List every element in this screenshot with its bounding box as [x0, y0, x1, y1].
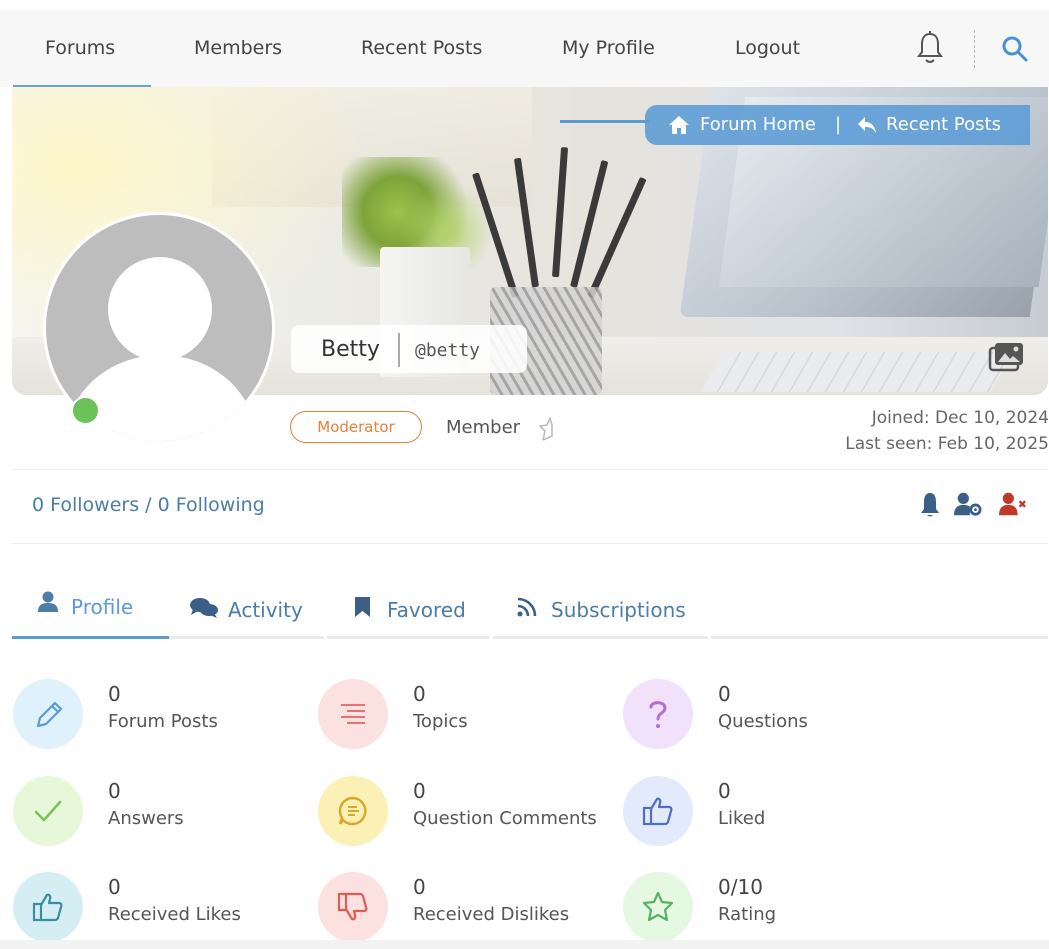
rss-icon	[517, 597, 537, 617]
stat-icon-bg	[623, 776, 693, 846]
stat-label: Liked	[718, 808, 766, 829]
member-dates: Joined: Dec 10, 2024 Last seen: Feb 10, …	[845, 405, 1049, 457]
stat-label: Forum Posts	[108, 711, 218, 732]
stat-questions: 0 Questions	[623, 679, 903, 749]
nav-recent-posts[interactable]: Recent Posts	[361, 10, 482, 87]
breadcrumb-forum-home[interactable]: Forum Home	[700, 105, 816, 145]
search-icon[interactable]	[1001, 35, 1029, 63]
stat-liked: 0 Liked	[623, 776, 903, 846]
bookmark-icon	[355, 597, 370, 617]
divider	[12, 469, 1048, 470]
stat-label: Questions	[718, 711, 808, 732]
stat-topics: 0 Topics	[318, 679, 598, 749]
stat-icon-bg	[13, 679, 83, 749]
nav-members[interactable]: Members	[194, 10, 282, 87]
bell-icon[interactable]	[915, 30, 945, 66]
tab-activity-label: Activity	[228, 598, 303, 622]
stat-label: Received Likes	[108, 904, 241, 925]
pencil-icon	[36, 701, 63, 728]
star-icon	[642, 891, 674, 922]
username: @betty	[415, 340, 481, 361]
stat-forum-posts: 0 Forum Posts	[13, 679, 293, 749]
stat-received-likes: 0 Received Likes	[13, 872, 293, 942]
last-seen-date: Last seen: Feb 10, 2025	[845, 434, 1049, 454]
stat-label: Received Dislikes	[413, 904, 570, 925]
divider	[12, 543, 1048, 544]
tab-favored[interactable]: Favored	[354, 585, 484, 637]
stat-icon-bg	[623, 872, 693, 942]
breadcrumb-separator: |	[835, 114, 842, 135]
lines-icon	[341, 704, 365, 724]
stat-value: 0	[718, 682, 731, 706]
stat-label: Question Comments	[413, 808, 597, 829]
breadcrumb-connector	[560, 120, 650, 123]
top-nav: Forums Members Recent Posts My Profile L…	[0, 10, 1049, 87]
thumbs-down-icon	[337, 892, 368, 921]
change-cover-icon[interactable]	[988, 340, 1026, 374]
stat-icon-bg	[318, 872, 388, 942]
tab-profile[interactable]: Profile	[38, 585, 168, 637]
nav-logout[interactable]: Logout	[735, 10, 800, 87]
stat-icon-bg	[623, 679, 693, 749]
display-name: Betty	[321, 337, 380, 362]
joined-date: Joined: Dec 10, 2024	[871, 408, 1049, 428]
home-icon	[669, 116, 689, 134]
user-icon	[38, 591, 58, 612]
stat-icon-bg	[318, 679, 388, 749]
nav-forums[interactable]: Forums	[45, 10, 115, 87]
comment-icon	[338, 796, 367, 826]
rank-star-icon	[539, 417, 553, 441]
thumbs-up-icon	[32, 893, 63, 922]
stat-value: 0	[413, 875, 426, 899]
stat-value: 0	[108, 875, 121, 899]
breadcrumb: Forum Home | Recent Posts	[645, 105, 1030, 145]
stat-value: 0/10	[718, 875, 763, 899]
breadcrumb-recent-posts[interactable]: Recent Posts	[886, 105, 1001, 145]
stat-icon-bg	[318, 776, 388, 846]
tab-profile-label: Profile	[71, 595, 134, 619]
tab-subscriptions[interactable]: Subscriptions	[516, 585, 716, 637]
stat-value: 0	[108, 682, 121, 706]
stat-answers: 0 Answers	[13, 776, 293, 846]
stat-label: Rating	[718, 904, 777, 925]
stat-icon-bg	[13, 872, 83, 942]
rank-label: Member	[446, 417, 521, 438]
check-icon	[34, 800, 62, 822]
stat-icon-bg	[13, 776, 83, 846]
thumbs-up-icon	[642, 797, 673, 826]
tab-activity[interactable]: Activity	[190, 585, 320, 637]
stat-received-dislikes: 0 Received Dislikes	[318, 872, 598, 942]
profile-name-box: Betty @betty	[291, 325, 527, 373]
user-settings-icon[interactable]	[954, 490, 982, 518]
stat-label: Topics	[413, 711, 468, 732]
question-icon	[649, 701, 667, 728]
stat-value: 0	[718, 779, 731, 803]
stat-question-comments: 0 Question Comments	[318, 776, 618, 846]
stat-label: Answers	[108, 808, 184, 829]
tab-subscriptions-label: Subscriptions	[551, 598, 686, 622]
stat-value: 0	[108, 779, 121, 803]
role-badge: Moderator	[290, 411, 422, 443]
reply-icon	[858, 117, 876, 133]
online-status-indicator	[71, 396, 100, 425]
comments-icon	[190, 598, 218, 618]
stat-value: 0	[413, 682, 426, 706]
profile-tabs: Profile Activity Favored Subscriptions	[12, 585, 1048, 640]
bell-icon[interactable]	[916, 490, 944, 518]
stat-value: 0	[413, 779, 426, 803]
nav-separator	[974, 30, 975, 68]
stat-rating: 0/10 Rating	[623, 872, 903, 942]
followers-following-link[interactable]: 0 Followers / 0 Following	[32, 494, 265, 516]
user-block-icon[interactable]	[999, 490, 1027, 518]
nav-my-profile[interactable]: My Profile	[562, 10, 655, 87]
tab-favored-label: Favored	[387, 598, 466, 622]
